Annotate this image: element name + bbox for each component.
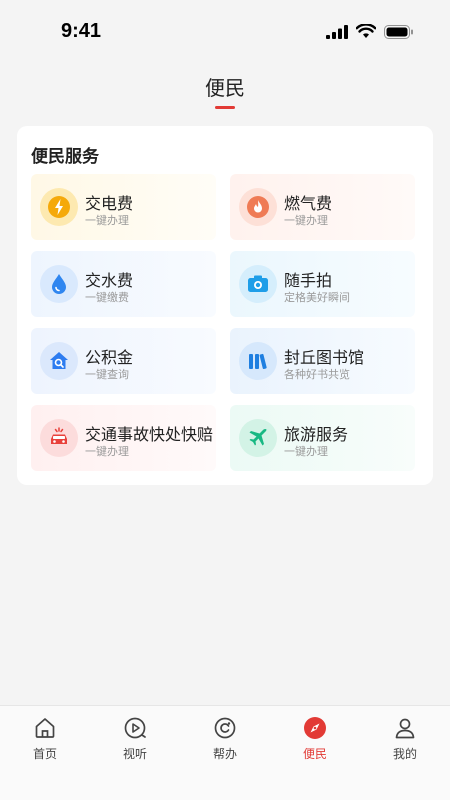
service-title: 交通事故快处快赔 <box>85 425 214 444</box>
service-snapshot[interactable]: 随手拍 定格美好瞬间 <box>230 251 415 317</box>
status-time: 9:41 <box>61 20 102 42</box>
service-title: 交电费 <box>85 194 134 213</box>
car-accident-icon <box>40 419 78 457</box>
flame-icon <box>239 188 277 226</box>
wifi-icon <box>356 24 376 38</box>
nav-item-media[interactable]: 视听 <box>90 706 180 776</box>
airplane-icon <box>239 419 277 457</box>
service-subtitle: 各种好书共览 <box>284 368 350 381</box>
service-traffic-accident[interactable]: 交通事故快处快赔 一键办理 <box>31 405 216 471</box>
services-card: 便民服务 交电费 一键办理 燃气费 一键办理 交水费 一键缴费 随手拍 定格美好… <box>17 126 433 485</box>
nav-item-services[interactable]: 便民 <box>270 706 360 776</box>
service-subtitle: 一键办理 <box>85 214 129 227</box>
bottom-nav: 首页 视听 帮办 便民 我的 <box>0 705 450 800</box>
service-title: 公积金 <box>85 348 134 367</box>
nav-label: 我的 <box>392 747 417 761</box>
lightning-icon <box>40 188 78 226</box>
service-gas[interactable]: 燃气费 一键办理 <box>230 174 415 240</box>
nav-label: 帮办 <box>212 747 237 761</box>
nav-label: 视听 <box>122 747 147 761</box>
nav-label: 首页 <box>32 747 57 761</box>
nav-item-profile[interactable]: 我的 <box>360 706 450 776</box>
service-subtitle: 一键办理 <box>85 445 129 458</box>
service-tourism[interactable]: 旅游服务 一键办理 <box>230 405 415 471</box>
page-title: 便民 <box>205 76 245 100</box>
service-subtitle: 一键查询 <box>85 368 129 381</box>
service-subtitle: 一键缴费 <box>85 291 129 304</box>
service-subtitle: 一键办理 <box>284 445 328 458</box>
nav-item-home[interactable]: 首页 <box>0 706 90 776</box>
status-icons <box>326 24 414 39</box>
play-icon <box>124 717 146 739</box>
service-subtitle: 一键办理 <box>284 214 328 227</box>
cellular-signal-icon <box>326 24 348 39</box>
home-icon <box>35 718 55 738</box>
status-bar: 9:41 <box>0 0 450 64</box>
service-title: 旅游服务 <box>284 425 349 444</box>
service-subtitle: 定格美好瞬间 <box>284 291 350 304</box>
service-electricity[interactable]: 交电费 一键办理 <box>31 174 216 240</box>
user-icon <box>395 718 415 739</box>
services-card-title: 便民服务 <box>31 147 99 167</box>
house-search-icon <box>40 342 78 380</box>
service-housing-fund[interactable]: 公积金 一键查询 <box>31 328 216 394</box>
camera-icon <box>239 265 277 303</box>
service-title: 燃气费 <box>284 194 333 213</box>
nav-label: 便民 <box>302 747 327 761</box>
help-icon <box>214 717 236 739</box>
page-header: 便民 <box>0 64 450 120</box>
water-drop-icon <box>40 265 78 303</box>
service-title: 随手拍 <box>284 271 333 290</box>
service-title: 交水费 <box>85 271 134 290</box>
service-library[interactable]: 封丘图书馆 各种好书共览 <box>230 328 415 394</box>
nav-item-help[interactable]: 帮办 <box>180 706 270 776</box>
title-underline <box>215 106 235 109</box>
service-water[interactable]: 交水费 一键缴费 <box>31 251 216 317</box>
books-icon <box>239 342 277 380</box>
services-grid: 交电费 一键办理 燃气费 一键办理 交水费 一键缴费 随手拍 定格美好瞬间 公积… <box>31 174 419 471</box>
battery-icon <box>384 24 413 39</box>
compass-icon <box>304 717 326 739</box>
service-title: 封丘图书馆 <box>284 348 365 367</box>
